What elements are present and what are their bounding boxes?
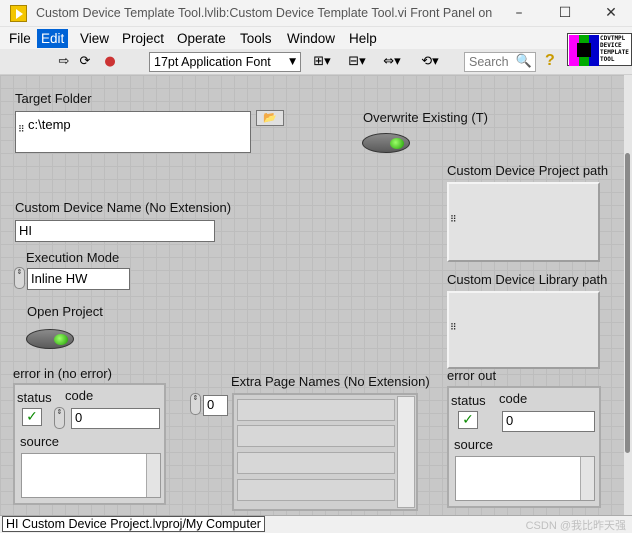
minimize-icon[interactable]: –: [504, 2, 534, 24]
distribute-objects-icon[interactable]: ⊟▾: [344, 53, 370, 71]
watermark: CSDN @我比昨天强: [525, 520, 626, 532]
target-folder-input[interactable]: c:\temp: [15, 111, 251, 153]
error-in-code-input[interactable]: 0: [71, 408, 160, 429]
error-in-code-label: code: [65, 388, 94, 403]
run-continuously-icon[interactable]: ⟳: [77, 53, 93, 71]
browse-folder-icon[interactable]: 📂: [256, 110, 284, 126]
menu-file[interactable]: File: [5, 29, 35, 48]
array-index-input[interactable]: 0: [203, 395, 228, 416]
toggle-led: [54, 334, 68, 345]
menu-tools[interactable]: Tools: [236, 29, 276, 48]
target-folder-value: c:\temp: [28, 117, 71, 132]
toolbar: ⇨ ⟳ ● 17pt Application Font ▼ ⊞▾ ⊟▾ ⇔▾ ⟲…: [0, 49, 632, 75]
error-in-status-check[interactable]: ✓: [22, 408, 42, 426]
ring-arrows-icon[interactable]: ⇕: [14, 267, 25, 289]
error-out-status-check: ✓: [458, 411, 478, 429]
window-title: Custom Device Template Tool.lvlib:Custom…: [36, 6, 496, 20]
custom-device-name-input[interactable]: HI: [15, 220, 215, 242]
menu-view[interactable]: View: [76, 29, 113, 48]
path-type-icon: ⠿: [450, 215, 457, 225]
context-help-icon[interactable]: ?: [545, 52, 555, 70]
path-type-icon: ⠿: [18, 125, 25, 135]
error-out-source-label: source: [454, 437, 494, 452]
menu-help[interactable]: Help: [345, 29, 381, 48]
vi-icon-text: CDVTMPL DEVICE TEMPLATE TOOL: [600, 35, 629, 63]
increment-arrows-icon[interactable]: ⇕: [54, 407, 65, 429]
close-icon[interactable]: ✕: [596, 2, 626, 24]
array-scrollbar[interactable]: [397, 396, 415, 508]
project-path-indicator: [447, 182, 600, 262]
vi-icon: CDVTMPL DEVICE TEMPLATE TOOL: [567, 33, 632, 66]
search-input[interactable]: Search 🔍: [464, 52, 536, 72]
error-out-label: error out: [447, 368, 497, 383]
open-project-toggle[interactable]: [26, 329, 74, 349]
library-path-label: Custom Device Library path: [447, 272, 608, 287]
error-out-source-indicator: [455, 456, 595, 501]
target-folder-label: Target Folder: [15, 91, 92, 106]
error-in-source-label: source: [20, 434, 60, 449]
array-element[interactable]: [237, 452, 395, 474]
project-path-label: Custom Device Project path: [447, 163, 609, 178]
error-out-status-label: status: [451, 393, 486, 408]
maximize-icon[interactable]: ☐: [550, 2, 580, 24]
library-path-indicator: [447, 291, 600, 369]
font-select[interactable]: 17pt Application Font ▼: [149, 52, 301, 72]
extra-pages-label: Extra Page Names (No Extension): [231, 374, 430, 389]
run-arrow-icon[interactable]: ⇨: [56, 53, 72, 71]
menu-operate[interactable]: Operate: [173, 29, 230, 48]
array-element[interactable]: [237, 399, 395, 421]
source-scrollbar[interactable]: [146, 454, 160, 497]
search-icon[interactable]: 🔍: [516, 53, 532, 71]
reorder-icon[interactable]: ⟲▾: [416, 53, 444, 71]
array-element[interactable]: [237, 425, 395, 447]
abort-icon[interactable]: ●: [102, 53, 118, 71]
front-panel: Target Folder c:\temp ⠿ 📂 Overwrite Exis…: [0, 75, 624, 515]
error-in-status-label: status: [17, 390, 52, 405]
open-project-label: Open Project: [27, 304, 103, 319]
resize-objects-icon[interactable]: ⇔▾: [378, 53, 406, 71]
execution-mode-select[interactable]: Inline HW: [27, 268, 130, 290]
chevron-down-icon: ▼: [289, 57, 296, 67]
array-index-arrows-icon[interactable]: ⇕: [190, 393, 201, 415]
execution-mode-label: Execution Mode: [26, 250, 120, 265]
vi-icon-palette: [569, 35, 599, 66]
scrollbar-thumb[interactable]: [625, 153, 630, 453]
align-objects-icon[interactable]: ⊞▾: [309, 53, 335, 71]
status-bar: HI Custom Device Project.lvproj/My Compu…: [0, 515, 632, 533]
search-placeholder: Search: [469, 55, 509, 69]
custom-device-name-label: Custom Device Name (No Extension): [15, 200, 232, 215]
project-context: HI Custom Device Project.lvproj/My Compu…: [2, 516, 265, 532]
panel-vertical-scrollbar[interactable]: [624, 75, 632, 515]
menu-window[interactable]: Window: [283, 29, 339, 48]
overwrite-existing-label: Overwrite Existing (T): [363, 110, 488, 125]
source-scrollbar[interactable]: [580, 457, 594, 500]
error-in-label: error in (no error): [13, 366, 112, 381]
error-in-source-input[interactable]: [21, 453, 161, 498]
font-select-value: 17pt Application Font: [154, 55, 271, 69]
menu-edit[interactable]: Edit: [37, 29, 69, 48]
title-bar: Custom Device Template Tool.lvlib:Custom…: [0, 0, 632, 27]
error-out-code-label: code: [499, 391, 528, 406]
path-type-icon: ⠿: [450, 323, 457, 333]
menu-project[interactable]: Project: [118, 29, 168, 48]
overwrite-existing-toggle[interactable]: [362, 133, 410, 153]
array-element[interactable]: [237, 479, 395, 501]
labview-app-icon: [10, 5, 27, 22]
error-out-code-indicator: 0: [502, 411, 595, 432]
menu-bar: File Edit View Project Operate Tools Win…: [0, 27, 632, 49]
toggle-led: [390, 138, 404, 149]
